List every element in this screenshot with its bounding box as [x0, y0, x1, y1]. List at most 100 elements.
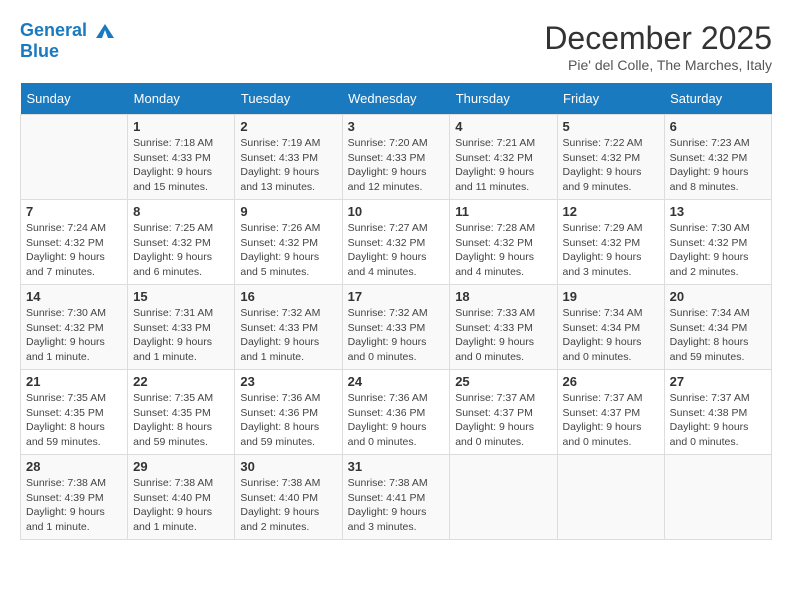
- calendar-cell: 25 Sunrise: 7:37 AMSunset: 4:37 PMDayligh…: [450, 370, 557, 455]
- calendar-cell: 15 Sunrise: 7:31 AMSunset: 4:33 PMDayligh…: [128, 285, 235, 370]
- calendar-cell: 10 Sunrise: 7:27 AMSunset: 4:32 PMDayligh…: [342, 200, 450, 285]
- day-info: Sunrise: 7:28 AMSunset: 4:32 PMDaylight:…: [455, 221, 551, 280]
- day-info: Sunrise: 7:35 AMSunset: 4:35 PMDaylight:…: [133, 391, 229, 450]
- col-header-sunday: Sunday: [21, 83, 128, 115]
- day-number: 20: [670, 289, 766, 304]
- calendar-cell: [450, 455, 557, 540]
- day-info: Sunrise: 7:22 AMSunset: 4:32 PMDaylight:…: [563, 136, 659, 195]
- calendar-cell: 27 Sunrise: 7:37 AMSunset: 4:38 PMDayligh…: [664, 370, 771, 455]
- day-number: 10: [348, 204, 445, 219]
- day-number: 4: [455, 119, 551, 134]
- day-number: 22: [133, 374, 229, 389]
- day-number: 7: [26, 204, 122, 219]
- day-info: Sunrise: 7:18 AMSunset: 4:33 PMDaylight:…: [133, 136, 229, 195]
- day-info: Sunrise: 7:38 AMSunset: 4:40 PMDaylight:…: [240, 476, 336, 535]
- calendar-cell: [664, 455, 771, 540]
- calendar-cell: [557, 455, 664, 540]
- day-number: 2: [240, 119, 336, 134]
- day-info: Sunrise: 7:21 AMSunset: 4:32 PMDaylight:…: [455, 136, 551, 195]
- calendar-cell: 26Sunrise: 7:37 AMSunset: 4:37 PMDayligh…: [557, 370, 664, 455]
- calendar-cell: 21 Sunrise: 7:35 AMSunset: 4:35 PMDayligh…: [21, 370, 128, 455]
- calendar-cell: 4 Sunrise: 7:21 AMSunset: 4:32 PMDaylight…: [450, 115, 557, 200]
- day-number: 5: [563, 119, 659, 134]
- day-info: Sunrise: 7:20 AMSunset: 4:33 PMDaylight:…: [348, 136, 445, 195]
- day-info: Sunrise: 7:27 AMSunset: 4:32 PMDaylight:…: [348, 221, 445, 280]
- day-info: Sunrise: 7:35 AMSunset: 4:35 PMDaylight:…: [26, 391, 122, 450]
- calendar-cell: 31 Sunrise: 7:38 AMSunset: 4:41 PMDayligh…: [342, 455, 450, 540]
- day-number: 29: [133, 459, 229, 474]
- calendar-cell: 11 Sunrise: 7:28 AMSunset: 4:32 PMDayligh…: [450, 200, 557, 285]
- day-info: Sunrise: 7:19 AMSunset: 4:33 PMDaylight:…: [240, 136, 336, 195]
- day-info: Sunrise: 7:34 AMSunset: 4:34 PMDaylight:…: [670, 306, 766, 365]
- day-number: 30: [240, 459, 336, 474]
- calendar-cell: 12 Sunrise: 7:29 AMSunset: 4:32 PMDayligh…: [557, 200, 664, 285]
- day-number: 11: [455, 204, 551, 219]
- calendar-cell: 7 Sunrise: 7:24 AMSunset: 4:32 PMDaylight…: [21, 200, 128, 285]
- calendar-cell: 23Sunrise: 7:36 AMSunset: 4:36 PMDayligh…: [235, 370, 342, 455]
- day-info: Sunrise: 7:31 AMSunset: 4:33 PMDaylight:…: [133, 306, 229, 365]
- day-info: Sunrise: 7:30 AMSunset: 4:32 PMDaylight:…: [670, 221, 766, 280]
- day-number: 27: [670, 374, 766, 389]
- day-info: Sunrise: 7:37 AMSunset: 4:37 PMDaylight:…: [563, 391, 659, 450]
- day-info: Sunrise: 7:32 AMSunset: 4:33 PMDaylight:…: [348, 306, 445, 365]
- week-row-3: 14 Sunrise: 7:30 AMSunset: 4:32 PMDayligh…: [21, 285, 772, 370]
- logo: General Blue: [20, 20, 116, 62]
- day-info: Sunrise: 7:37 AMSunset: 4:38 PMDaylight:…: [670, 391, 766, 450]
- calendar-header-row: SundayMondayTuesdayWednesdayThursdayFrid…: [21, 83, 772, 115]
- day-info: Sunrise: 7:37 AMSunset: 4:37 PMDaylight:…: [455, 391, 551, 450]
- week-row-1: 1Sunrise: 7:18 AMSunset: 4:33 PMDaylight…: [21, 115, 772, 200]
- day-number: 6: [670, 119, 766, 134]
- calendar-cell: 9 Sunrise: 7:26 AMSunset: 4:32 PMDaylight…: [235, 200, 342, 285]
- calendar-cell: 17 Sunrise: 7:32 AMSunset: 4:33 PMDayligh…: [342, 285, 450, 370]
- col-header-wednesday: Wednesday: [342, 83, 450, 115]
- calendar-cell: 18 Sunrise: 7:33 AMSunset: 4:33 PMDayligh…: [450, 285, 557, 370]
- day-info: Sunrise: 7:30 AMSunset: 4:32 PMDaylight:…: [26, 306, 122, 365]
- calendar-cell: 13 Sunrise: 7:30 AMSunset: 4:32 PMDayligh…: [664, 200, 771, 285]
- day-number: 14: [26, 289, 122, 304]
- calendar-cell: 2 Sunrise: 7:19 AMSunset: 4:33 PMDaylight…: [235, 115, 342, 200]
- calendar-table: SundayMondayTuesdayWednesdayThursdayFrid…: [20, 83, 772, 540]
- col-header-saturday: Saturday: [664, 83, 771, 115]
- day-number: 19: [563, 289, 659, 304]
- day-number: 21: [26, 374, 122, 389]
- day-number: 18: [455, 289, 551, 304]
- day-number: 13: [670, 204, 766, 219]
- day-number: 31: [348, 459, 445, 474]
- calendar-cell: 3Sunrise: 7:20 AMSunset: 4:33 PMDaylight…: [342, 115, 450, 200]
- title-section: December 2025 Pie' del Colle, The Marche…: [544, 20, 772, 73]
- day-number: 17: [348, 289, 445, 304]
- day-number: 9: [240, 204, 336, 219]
- calendar-cell: 24Sunrise: 7:36 AMSunset: 4:36 PMDayligh…: [342, 370, 450, 455]
- calendar-cell: 8Sunrise: 7:25 AMSunset: 4:32 PMDaylight…: [128, 200, 235, 285]
- logo-text: General: [20, 20, 116, 42]
- calendar-cell: 22 Sunrise: 7:35 AMSunset: 4:35 PMDayligh…: [128, 370, 235, 455]
- week-row-5: 28Sunrise: 7:38 AMSunset: 4:39 PMDayligh…: [21, 455, 772, 540]
- day-number: 25: [455, 374, 551, 389]
- col-header-thursday: Thursday: [450, 83, 557, 115]
- week-row-2: 7 Sunrise: 7:24 AMSunset: 4:32 PMDaylight…: [21, 200, 772, 285]
- calendar-cell: 28Sunrise: 7:38 AMSunset: 4:39 PMDayligh…: [21, 455, 128, 540]
- day-number: 12: [563, 204, 659, 219]
- day-info: Sunrise: 7:33 AMSunset: 4:33 PMDaylight:…: [455, 306, 551, 365]
- col-header-monday: Monday: [128, 83, 235, 115]
- day-number: 15: [133, 289, 229, 304]
- location: Pie' del Colle, The Marches, Italy: [544, 57, 772, 73]
- day-info: Sunrise: 7:26 AMSunset: 4:32 PMDaylight:…: [240, 221, 336, 280]
- day-info: Sunrise: 7:36 AMSunset: 4:36 PMDaylight:…: [348, 391, 445, 450]
- day-info: Sunrise: 7:38 AMSunset: 4:40 PMDaylight:…: [133, 476, 229, 535]
- calendar-cell: [21, 115, 128, 200]
- day-number: 28: [26, 459, 122, 474]
- calendar-cell: 1Sunrise: 7:18 AMSunset: 4:33 PMDaylight…: [128, 115, 235, 200]
- day-info: Sunrise: 7:34 AMSunset: 4:34 PMDaylight:…: [563, 306, 659, 365]
- calendar-cell: 16 Sunrise: 7:32 AMSunset: 4:33 PMDayligh…: [235, 285, 342, 370]
- week-row-4: 21 Sunrise: 7:35 AMSunset: 4:35 PMDayligh…: [21, 370, 772, 455]
- day-number: 16: [240, 289, 336, 304]
- day-info: Sunrise: 7:32 AMSunset: 4:33 PMDaylight:…: [240, 306, 336, 365]
- day-info: Sunrise: 7:24 AMSunset: 4:32 PMDaylight:…: [26, 221, 122, 280]
- col-header-tuesday: Tuesday: [235, 83, 342, 115]
- day-info: Sunrise: 7:38 AMSunset: 4:41 PMDaylight:…: [348, 476, 445, 535]
- col-header-friday: Friday: [557, 83, 664, 115]
- calendar-cell: 6Sunrise: 7:23 AMSunset: 4:32 PMDaylight…: [664, 115, 771, 200]
- day-info: Sunrise: 7:29 AMSunset: 4:32 PMDaylight:…: [563, 221, 659, 280]
- day-number: 8: [133, 204, 229, 219]
